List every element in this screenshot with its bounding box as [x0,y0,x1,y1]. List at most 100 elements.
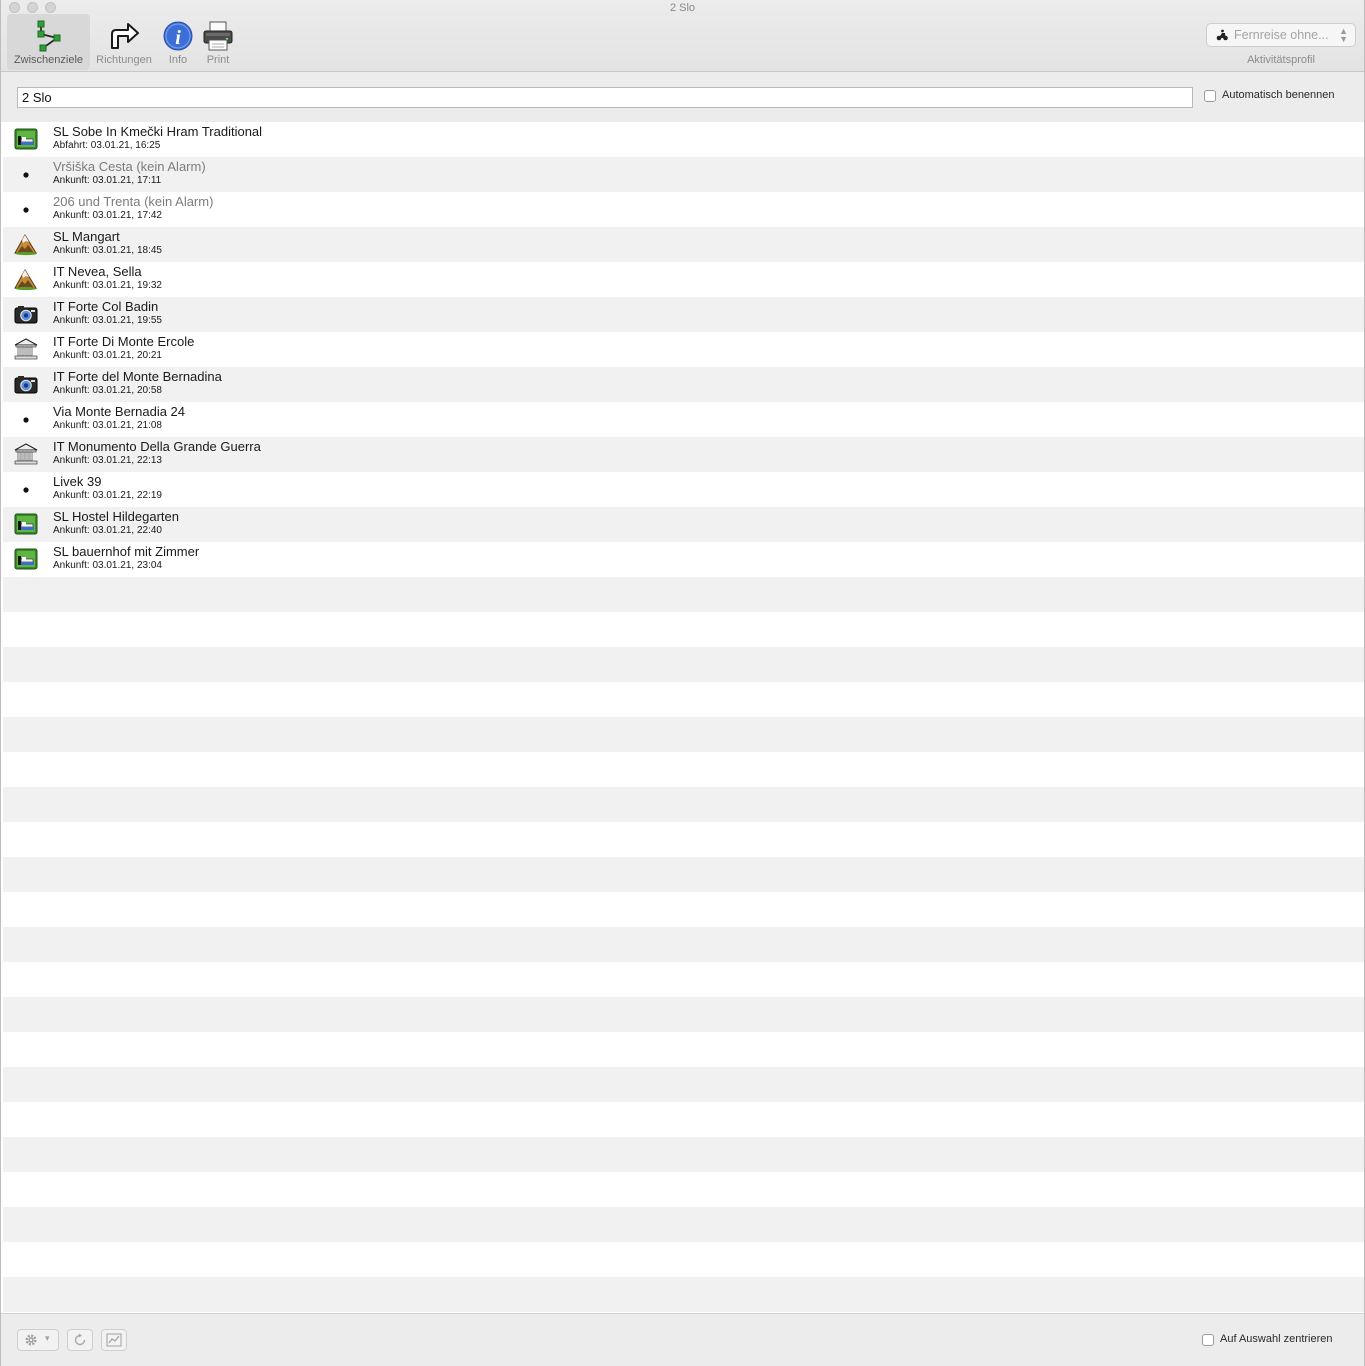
waypoint-title: Livek 39 [53,474,102,489]
waypoint-time: Ankunft: 03.01.21, 19:32 [53,280,162,291]
museum-icon [13,337,39,361]
toolbar-zwischenziele-button[interactable]: Zwischenziele [7,14,90,70]
toolbar-richtungen-label: Richtungen [96,54,152,66]
waypoint-row[interactable]: IT Forte Col Badin Ankunft: 03.01.21, 19:… [3,297,1364,332]
shaping-point-icon [13,477,39,501]
empty-row [3,717,1364,752]
app-window: 2 Slo Zwischenziele Richtungen i Info Pr… [0,0,1365,1366]
waypoint-title: SL Sobe In Kmečki Hram Traditional [53,124,263,139]
waypoint-time: Ankunft: 03.01.21, 18:45 [53,245,162,256]
waypoint-row[interactable]: SL Sobe In Kmečki Hram Traditional Abfahr… [3,122,1364,157]
mountain-icon [13,232,39,256]
empty-row [3,962,1364,997]
bottom-bar: ▾ Auf Auswahl zentrieren [1,1313,1364,1366]
svg-text:i: i [175,27,181,49]
toolbar-info-button[interactable]: i Info [159,14,197,70]
center-on-selection-checkbox[interactable] [1202,1334,1214,1346]
activity-profile-value: Fernreise ohne... [1234,28,1329,42]
waypoint-time: Ankunft: 03.01.21, 20:58 [53,385,162,396]
toolbar-print-button[interactable]: Print [199,14,237,70]
waypoint-title: IT Forte del Monte Bernadina [53,369,222,384]
empty-row [3,577,1364,612]
waypoint-title: IT Nevea, Sella [53,264,142,279]
empty-row [3,857,1364,892]
route-waypoints-icon [37,20,60,52]
waypoint-title: IT Monumento Della Grande Guerra [53,439,261,454]
route-name-bar: Automatisch benennen [1,72,1364,122]
waypoint-row[interactable]: IT Forte Di Monte Ercole Ankunft: 03.01.2… [3,332,1364,367]
toolbar-zwischenziele-label: Zwischenziele [13,54,84,66]
waypoint-time: Ankunft: 03.01.21, 17:11 [53,175,162,186]
waypoint-title: 206 und Trenta (kein Alarm) [53,194,214,209]
waypoint-time: Ankunft: 03.01.21, 20:21 [53,350,162,361]
empty-row [3,1172,1364,1207]
waypoint-row[interactable]: SL bauernhof mit Zimmer Ankunft: 03.01.21… [3,542,1364,577]
empty-row [3,997,1364,1032]
settings-menu-button[interactable]: ▾ [17,1329,59,1351]
waypoint-time: Ankunft: 03.01.21, 22:40 [53,525,162,536]
waypoint-row[interactable]: IT Monumento Della Grande Guerra Ankunft:… [3,437,1364,472]
toolbar-info-label: Info [168,54,188,66]
waypoint-title: SL Hostel Hildegarten [53,509,179,524]
toolbar-richtungen-button[interactable]: Richtungen [93,14,155,70]
window-title: 2 Slo [669,2,696,14]
empty-row [3,822,1364,857]
updown-chevron-icon: ▲ ▼ [1339,26,1348,44]
refresh-icon [74,1333,86,1346]
elevation-chart-icon [106,1333,122,1347]
lodging-icon [13,547,39,571]
empty-row [3,682,1364,717]
waypoint-row[interactable]: IT Forte del Monte Bernadina Ankunft: 03.… [3,367,1364,402]
elevation-chart-button[interactable] [101,1329,127,1351]
waypoint-time: Ankunft: 03.01.21, 17:42 [53,210,162,221]
waypoint-row[interactable]: Livek 39 Ankunft: 03.01.21, 22:19 [3,472,1364,507]
empty-row [3,1137,1364,1172]
mountain-icon [13,267,39,291]
refresh-button[interactable] [67,1329,93,1351]
waypoint-title: SL Mangart [53,229,120,244]
empty-row [3,1067,1364,1102]
waypoint-row[interactable]: SL Mangart Ankunft: 03.01.21, 18:45 [3,227,1364,262]
shaping-point-icon [13,407,39,431]
turn-arrow-icon [111,23,139,49]
waypoint-time: Ankunft: 03.01.21, 22:13 [53,455,162,466]
lodging-icon [13,512,39,536]
waypoint-time: Ankunft: 03.01.21, 23:04 [53,560,162,571]
toolbar: 2 Slo Zwischenziele Richtungen i Info Pr… [1,0,1364,72]
waypoint-row[interactable]: 206 und Trenta (kein Alarm) Ankunft: 03.0… [3,192,1364,227]
motorcycle-icon [1216,29,1228,41]
camera-icon [13,372,39,396]
waypoint-title: Via Monte Bernadia 24 [53,404,186,419]
waypoint-title: IT Forte Col Badin [53,299,159,314]
empty-row [3,787,1364,822]
info-icon: i [163,21,193,51]
empty-row [3,1207,1364,1242]
camera-icon [13,302,39,326]
route-name-input[interactable] [17,87,1193,108]
empty-row [3,612,1364,647]
waypoint-row[interactable]: IT Nevea, Sella Ankunft: 03.01.21, 19:32 [3,262,1364,297]
empty-row [3,1277,1364,1312]
waypoint-row[interactable]: Vršiška Cesta (kein Alarm) Ankunft: 03.01… [3,157,1364,192]
lodging-icon [13,127,39,151]
auto-name-label: Automatisch benennen [1222,89,1335,101]
empty-row [3,927,1364,962]
auto-name-checkbox[interactable] [1204,90,1216,102]
shaping-point-icon [13,162,39,186]
waypoint-list[interactable]: SL Sobe In Kmečki Hram Traditional Abfahr… [3,122,1364,1313]
waypoint-time: Abfahrt: 03.01.21, 16:25 [53,140,161,151]
toolbar-print-label: Print [206,54,230,66]
activity-profile-select[interactable]: Fernreise ohne... ▲ ▼ [1206,23,1356,47]
activity-profile-label: Aktivitätsprofil [1247,54,1315,66]
empty-row [3,1102,1364,1137]
empty-row [3,892,1364,927]
museum-icon [13,442,39,466]
printer-icon [203,21,233,51]
waypoint-row[interactable]: Via Monte Bernadia 24 Ankunft: 03.01.21, … [3,402,1364,437]
waypoint-title: IT Forte Di Monte Ercole [53,334,195,349]
waypoint-row[interactable]: SL Hostel Hildegarten Ankunft: 03.01.21, … [3,507,1364,542]
center-on-selection-label: Auf Auswahl zentrieren [1220,1333,1333,1345]
waypoint-time: Ankunft: 03.01.21, 19:55 [53,315,162,326]
empty-row [3,1032,1364,1067]
empty-row [3,752,1364,787]
